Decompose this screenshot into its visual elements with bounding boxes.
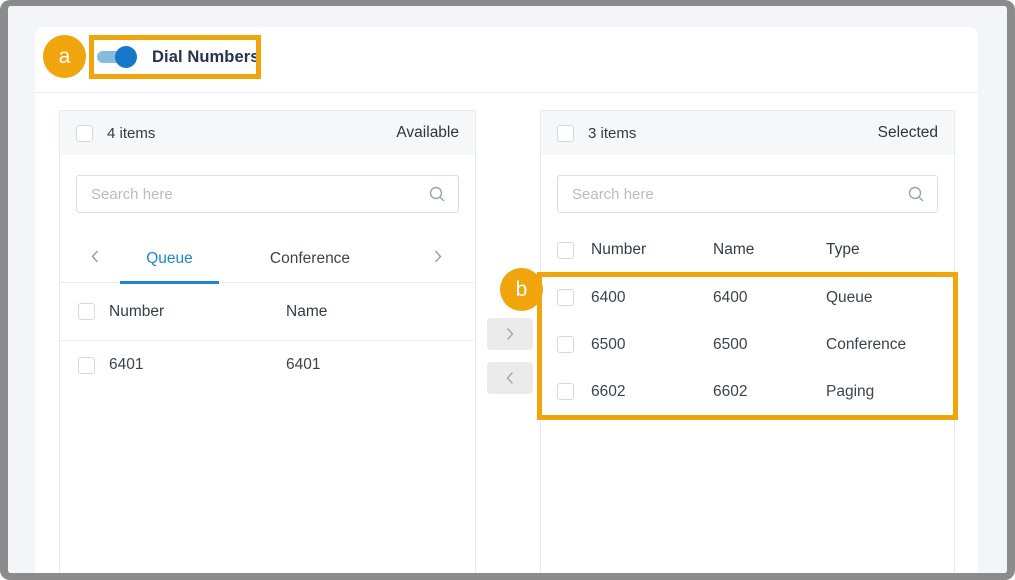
move-left-button[interactable] <box>487 362 533 394</box>
selected-table-header: Number Name Type <box>541 227 954 274</box>
available-table-header: Number Name <box>60 283 475 341</box>
column-header-number: Number <box>591 241 646 259</box>
annotation-box-a <box>89 35 261 79</box>
search-icon <box>907 185 925 203</box>
available-select-all-checkbox[interactable] <box>76 125 93 142</box>
column-header-number: Number <box>109 303 164 321</box>
row-name-cell: 6401 <box>286 356 320 374</box>
available-count-label: 4 items <box>107 125 155 142</box>
search-icon <box>428 185 446 203</box>
available-panel-header: 4 items Available <box>60 111 475 155</box>
selected-select-all-checkbox[interactable] <box>557 125 574 142</box>
column-header-name: Name <box>713 241 754 259</box>
screen-background: Dial Numbers a 4 items Available Queue C… <box>0 0 1015 580</box>
row-number-cell: 6401 <box>109 356 143 374</box>
annotation-badge-a: a <box>43 35 86 78</box>
available-panel: 4 items Available Queue Conference <box>59 110 476 580</box>
move-right-button[interactable] <box>487 318 533 350</box>
selected-panel-title: Selected <box>878 124 938 142</box>
available-tabs: Queue Conference <box>60 235 475 283</box>
available-search-input[interactable] <box>89 185 420 204</box>
tab-queue[interactable]: Queue <box>120 235 219 282</box>
chevron-left-icon <box>505 371 515 385</box>
selected-count-label: 3 items <box>588 125 636 142</box>
available-panel-title: Available <box>396 124 459 142</box>
annotation-box-b <box>537 272 958 420</box>
chevron-right-icon <box>433 249 443 263</box>
selected-search-input[interactable] <box>570 185 899 204</box>
column-header-name: Name <box>286 303 327 321</box>
selected-header-checkbox[interactable] <box>557 242 574 259</box>
tabs-next-button[interactable] <box>429 245 447 272</box>
available-header-checkbox[interactable] <box>78 303 95 320</box>
tab-conference[interactable]: Conference <box>250 235 370 282</box>
available-search-box <box>76 175 459 213</box>
toolbar-divider <box>35 92 978 93</box>
row-checkbox[interactable] <box>78 357 95 374</box>
chevron-right-icon <box>505 327 515 341</box>
selected-panel-header: 3 items Selected <box>541 111 954 155</box>
column-header-type: Type <box>826 241 860 259</box>
available-row-6401[interactable]: 6401 6401 <box>60 341 475 389</box>
chevron-left-icon <box>90 249 100 263</box>
tabs-prev-button[interactable] <box>86 245 104 272</box>
selected-search-box <box>557 175 938 213</box>
annotation-badge-b: b <box>500 268 543 311</box>
